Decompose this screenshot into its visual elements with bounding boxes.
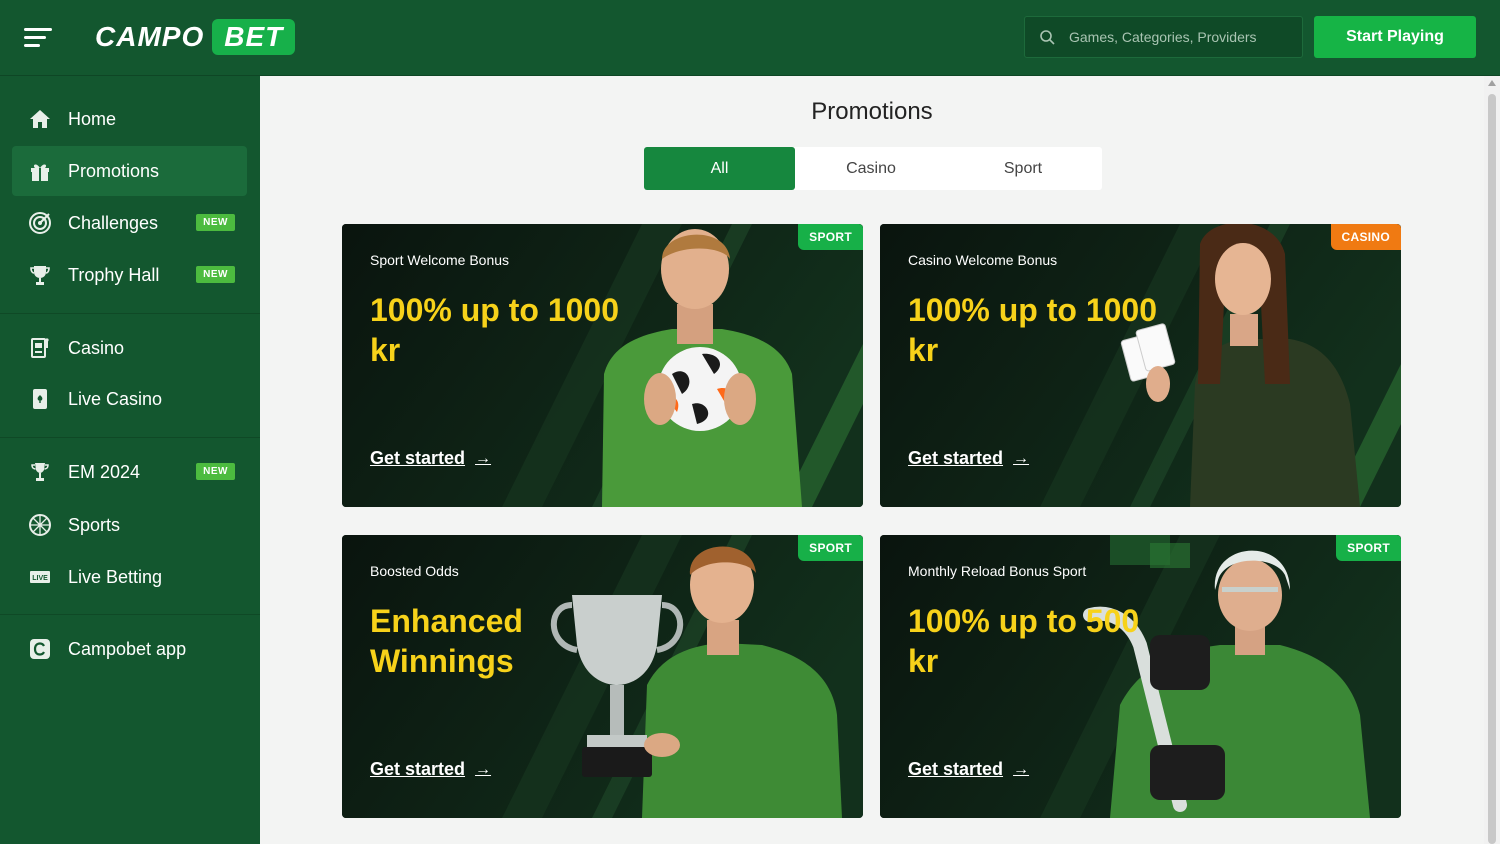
promo-subtitle: Casino Welcome Bonus (908, 252, 1058, 268)
promo-title: 100% up to 1000 kr (908, 292, 1157, 368)
search-input[interactable] (1069, 29, 1279, 45)
sidebar-divider (0, 437, 260, 438)
arrow-right-icon: → (1013, 449, 1030, 467)
cta-label: Get started (370, 759, 466, 779)
app-icon (28, 637, 52, 661)
sport-tag: SPORT (798, 224, 863, 250)
arrow-right-icon: → (475, 760, 492, 778)
tab-sport[interactable]: Sport (947, 147, 1099, 190)
main-content: Promotions All Casino Sport SPORT Sport … (260, 76, 1484, 844)
top-header: CAMPO BET Start Playing (0, 0, 1500, 76)
logo-text-bet: BET (212, 19, 296, 55)
sidebar-item-home[interactable]: Home (12, 94, 247, 144)
promo-title: Enhanced Winnings (370, 603, 523, 679)
scroll-up-arrow-icon[interactable] (1488, 80, 1496, 86)
sidebar-item-label: Live Casino (68, 388, 163, 409)
cta-label: Get started (908, 448, 1004, 468)
promo-card-monthly-reload[interactable]: SPORT Monthly Reload Bonus Sport 100% up… (880, 535, 1401, 818)
sidebar-item-label: Home (68, 108, 117, 129)
arrow-right-icon: → (475, 449, 492, 467)
promo-title: 100% up to 1000 kr (370, 292, 619, 368)
card-icon (28, 387, 52, 411)
arrow-right-icon: → (1013, 760, 1030, 778)
sidebar-item-label: Campobet app (68, 638, 187, 659)
sport-tag: SPORT (1336, 535, 1401, 561)
ball-icon (28, 513, 52, 537)
get-started-link[interactable]: Get started → (370, 759, 491, 780)
campobet-logo[interactable]: CAMPO BET (95, 16, 296, 58)
promo-title: 100% up to 500 kr (908, 603, 1140, 679)
sidebar-divider (0, 614, 260, 615)
svg-text:LIVE: LIVE (32, 575, 48, 582)
promo-card-sport-welcome[interactable]: SPORT Sport Welcome Bonus 100% up to 100… (342, 224, 863, 507)
sidebar-item-trophy-hall[interactable]: Trophy Hall NEW (12, 250, 247, 300)
trophy-icon (28, 263, 52, 287)
promo-tabs: All Casino Sport (644, 147, 1102, 190)
new-badge: NEW (196, 214, 235, 231)
tab-all[interactable]: All (644, 147, 795, 190)
sidebar: Home Promotions Challenges NEW Trophy Ha… (0, 76, 260, 844)
search-icon (1040, 30, 1055, 45)
live-icon: LIVE (28, 565, 52, 589)
promo-subtitle: Monthly Reload Bonus Sport (908, 563, 1087, 579)
page-scrollbar[interactable] (1484, 76, 1500, 844)
promo-card-boosted-odds[interactable]: SPORT Boosted Odds Enhanced Winnings Get… (342, 535, 863, 818)
sidebar-item-campobet-app[interactable]: Campobet app (12, 624, 247, 674)
casino-tag: CASINO (1330, 224, 1401, 250)
sidebar-item-live-betting[interactable]: LIVE Live Betting (12, 552, 247, 602)
sidebar-item-promotions[interactable]: Promotions (12, 146, 247, 196)
new-badge: NEW (196, 463, 235, 480)
menu-icon[interactable] (24, 26, 54, 50)
cta-label: Get started (370, 448, 466, 468)
tab-casino[interactable]: Casino (795, 147, 947, 190)
start-playing-button[interactable]: Start Playing (1314, 16, 1476, 58)
get-started-link[interactable]: Get started → (370, 448, 491, 469)
sidebar-item-label: Sports (68, 514, 121, 535)
sport-tag: SPORT (798, 535, 863, 561)
sidebar-item-label: Promotions (68, 160, 160, 181)
gift-icon (28, 159, 52, 183)
home-icon (28, 107, 52, 131)
search-box[interactable] (1024, 16, 1303, 58)
promo-subtitle: Sport Welcome Bonus (370, 252, 510, 268)
promo-card-casino-welcome[interactable]: CASINO Casino Welcome Bonus 100% up to 1… (880, 224, 1401, 507)
sidebar-item-sports[interactable]: Sports (12, 500, 247, 550)
new-badge: NEW (196, 266, 235, 283)
sidebar-item-label: Casino (68, 337, 125, 358)
sidebar-item-label: Challenges (68, 212, 159, 233)
get-started-link[interactable]: Get started → (908, 448, 1029, 469)
get-started-link[interactable]: Get started → (908, 759, 1029, 780)
page-title: Promotions (811, 98, 933, 125)
sidebar-item-casino[interactable]: Casino (12, 323, 247, 373)
sidebar-divider (0, 313, 260, 314)
sidebar-item-label: EM 2024 (68, 461, 141, 482)
scroll-thumb[interactable] (1488, 94, 1496, 844)
sidebar-item-label: Trophy Hall (68, 264, 160, 285)
target-icon (28, 211, 52, 235)
promo-subtitle: Boosted Odds (370, 563, 459, 579)
sidebar-item-em-2024[interactable]: EM 2024 NEW (12, 447, 247, 497)
sidebar-item-live-casino[interactable]: Live Casino (12, 374, 247, 424)
cup-icon (28, 460, 52, 484)
sidebar-item-label: Live Betting (68, 566, 163, 587)
slot-machine-icon (28, 336, 52, 360)
sidebar-item-challenges[interactable]: Challenges NEW (12, 198, 247, 248)
logo-text-campo: CAMPO (95, 21, 205, 52)
cta-label: Get started (908, 759, 1004, 779)
